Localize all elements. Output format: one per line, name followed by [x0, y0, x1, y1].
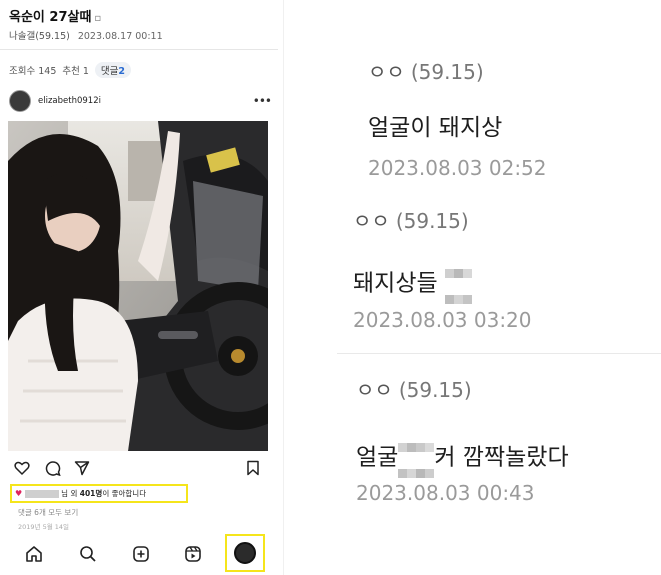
view-count: 조회수 145	[9, 66, 57, 77]
post-stats: 조회수 145 추천 1 댓글2	[9, 62, 132, 78]
avatar[interactable]	[9, 90, 31, 112]
reels-icon[interactable]	[183, 544, 203, 564]
censored-mosaic	[444, 258, 472, 310]
comment-text: 얼굴이 돼지상	[368, 115, 503, 141]
comment-author: ㅇㅇ (59.15)	[356, 378, 472, 402]
post-panel: 옥순이 27살때 ▫ 나솔갤(59.15) 2023.08.17 00:11 조회수…	[0, 0, 278, 575]
comment-text: 얼굴 커 깜짝놀랐다	[356, 432, 569, 484]
profile-avatar-icon	[234, 542, 256, 564]
comment-text: 돼지상들	[353, 258, 472, 310]
instagram-username[interactable]: elizabeth0912i	[38, 96, 101, 106]
panel-divider	[283, 0, 284, 575]
post-datetime: 2023.08.17 00:11	[77, 31, 163, 42]
image-attached-icon: ▫	[94, 13, 102, 24]
comment-author: ㅇㅇ (59.15)	[353, 209, 469, 233]
comment-date: 2023.08.03 02:52	[368, 156, 547, 180]
divider	[0, 49, 278, 50]
instagram-post-header: elizabeth0912i •••	[9, 90, 272, 112]
post-title[interactable]: 옥순이 27살때 ▫	[9, 6, 101, 25]
likes-summary[interactable]: ♥ 님 외 401명 이 좋아합니다	[10, 484, 188, 503]
comment-date: 2023.08.03 03:20	[353, 308, 532, 332]
blurred-name	[25, 489, 60, 498]
home-icon[interactable]	[24, 544, 44, 564]
heart-icon[interactable]	[14, 460, 30, 476]
post-meta: 나솔갤(59.15) 2023.08.17 00:11	[9, 28, 163, 42]
profile-tab[interactable]	[225, 534, 265, 572]
comment-author: ㅇㅇ (59.15)	[368, 60, 484, 84]
bookmark-icon[interactable]	[246, 460, 260, 476]
post-author[interactable]: 나솔갤(59.15)	[9, 31, 70, 42]
comment-count-badge[interactable]: 댓글2	[94, 62, 132, 78]
censored-mosaic	[398, 432, 435, 484]
liker-avatar-icon: ♥	[15, 489, 23, 498]
instagram-post-date: 2019년 5월 14일	[18, 523, 70, 531]
search-icon[interactable]	[78, 544, 98, 564]
add-post-icon[interactable]	[131, 544, 151, 564]
instagram-photo	[8, 121, 268, 451]
more-dots-icon[interactable]: •••	[253, 94, 272, 108]
instagram-actions	[14, 460, 264, 476]
share-icon[interactable]	[74, 460, 90, 476]
comment-date: 2023.08.03 00:43	[356, 481, 535, 505]
recommend-count: 추천 1	[62, 66, 89, 77]
comment-icon[interactable]	[45, 460, 61, 476]
view-all-comments-link[interactable]: 댓글 6개 모두 보기	[18, 507, 78, 518]
comment-separator	[337, 353, 661, 354]
